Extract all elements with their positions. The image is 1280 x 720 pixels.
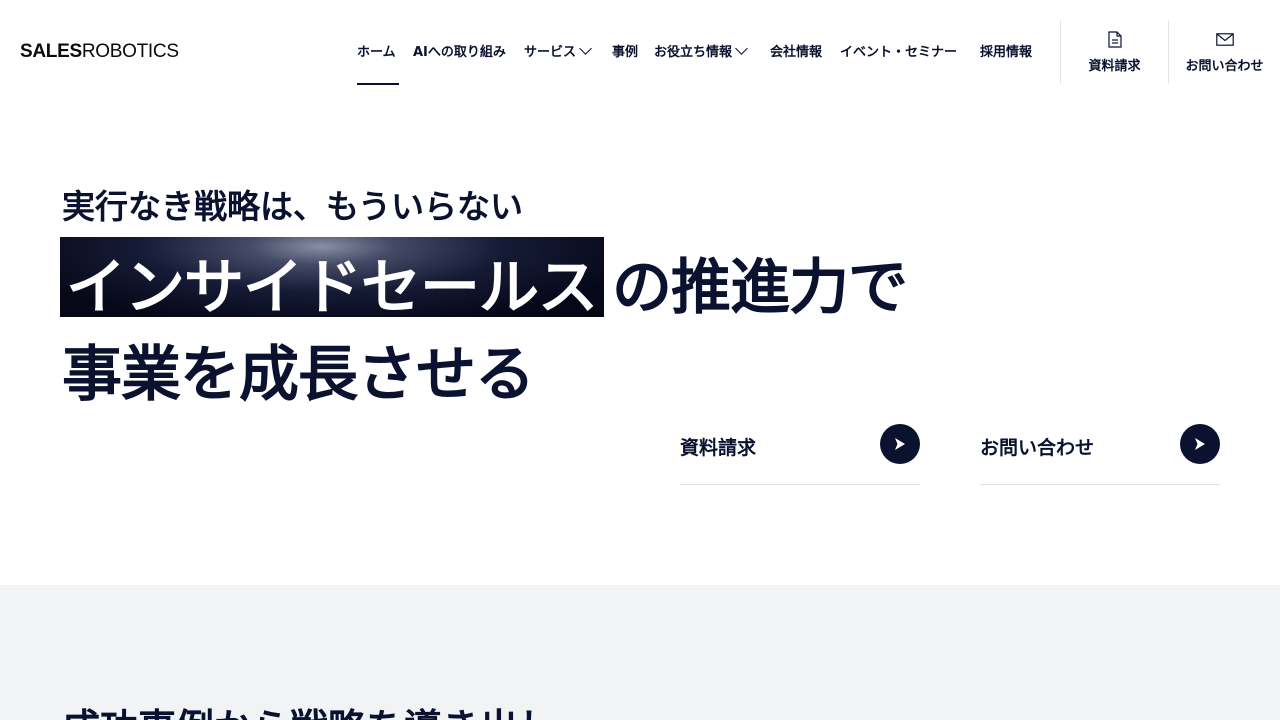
nav-item-label: お役立ち情報 — [654, 45, 733, 60]
hero-subtitle: 実行なき戦略は、もういらない — [62, 187, 524, 226]
nav-item-label: 採用情報 — [980, 45, 1033, 60]
hero-contact-button[interactable]: お問い合わせ — [980, 424, 1220, 485]
nav-item-label: AIへの取り組み — [413, 45, 506, 60]
hero-headline-rest: の推進力で — [612, 253, 908, 323]
logo-bold: SALES — [20, 41, 82, 62]
chevron-down-icon — [579, 42, 592, 55]
header-document-label: 資料請求 — [1088, 59, 1141, 74]
document-icon — [1107, 31, 1122, 52]
nav-item-label: サービス — [524, 45, 577, 60]
success-cases-section: 成功事例から戦略を導き出し — [0, 585, 1280, 720]
arrow-right-icon — [1180, 424, 1220, 464]
nav-item-ai[interactable]: AIへの取り組み — [413, 44, 506, 64]
hero-headline-line2: 事業を成長させる — [62, 340, 535, 410]
nav-item-company[interactable]: 会社情報 — [770, 44, 822, 64]
nav-item-label: ホーム — [357, 45, 396, 60]
nav-item-label: イベント・セミナー — [840, 45, 958, 60]
arrow-right-icon — [880, 424, 920, 464]
nav-active-indicator — [357, 83, 399, 85]
section-title: 成功事例から戦略を導き出し — [62, 697, 556, 720]
logo[interactable]: SALESROBOTICS — [20, 41, 179, 63]
hero-document-label: 資料請求 — [680, 437, 757, 459]
nav-item-services[interactable]: サービス — [524, 42, 592, 64]
hero-highlight-text: インサイドセールス — [66, 253, 598, 323]
site-header: SALESROBOTICS ホーム AIへの取り組み サービス 事例 お役立ち情… — [0, 0, 1280, 104]
nav-item-label: 事例 — [612, 45, 639, 60]
nav-item-label: 会社情報 — [770, 45, 823, 60]
nav-item-resources[interactable]: お役立ち情報 — [654, 42, 748, 64]
hero-highlight-box: インサイドセールス — [60, 237, 604, 323]
header-contact-label: お問い合わせ — [1185, 59, 1264, 74]
hero-contact-label: お問い合わせ — [980, 437, 1095, 459]
header-document-button[interactable]: 資料請求 — [1061, 20, 1168, 84]
nav-item-events[interactable]: イベント・セミナー — [840, 44, 957, 64]
nav-item-cases[interactable]: 事例 — [612, 44, 638, 64]
logo-light: ROBOTICS — [81, 41, 179, 62]
nav-item-careers[interactable]: 採用情報 — [980, 44, 1032, 64]
chevron-down-icon — [735, 42, 748, 55]
mail-icon — [1215, 31, 1234, 50]
header-contact-button[interactable]: お問い合わせ — [1169, 20, 1280, 84]
hero-document-button[interactable]: 資料請求 — [680, 424, 920, 485]
nav-item-home[interactable]: ホーム — [357, 44, 396, 64]
